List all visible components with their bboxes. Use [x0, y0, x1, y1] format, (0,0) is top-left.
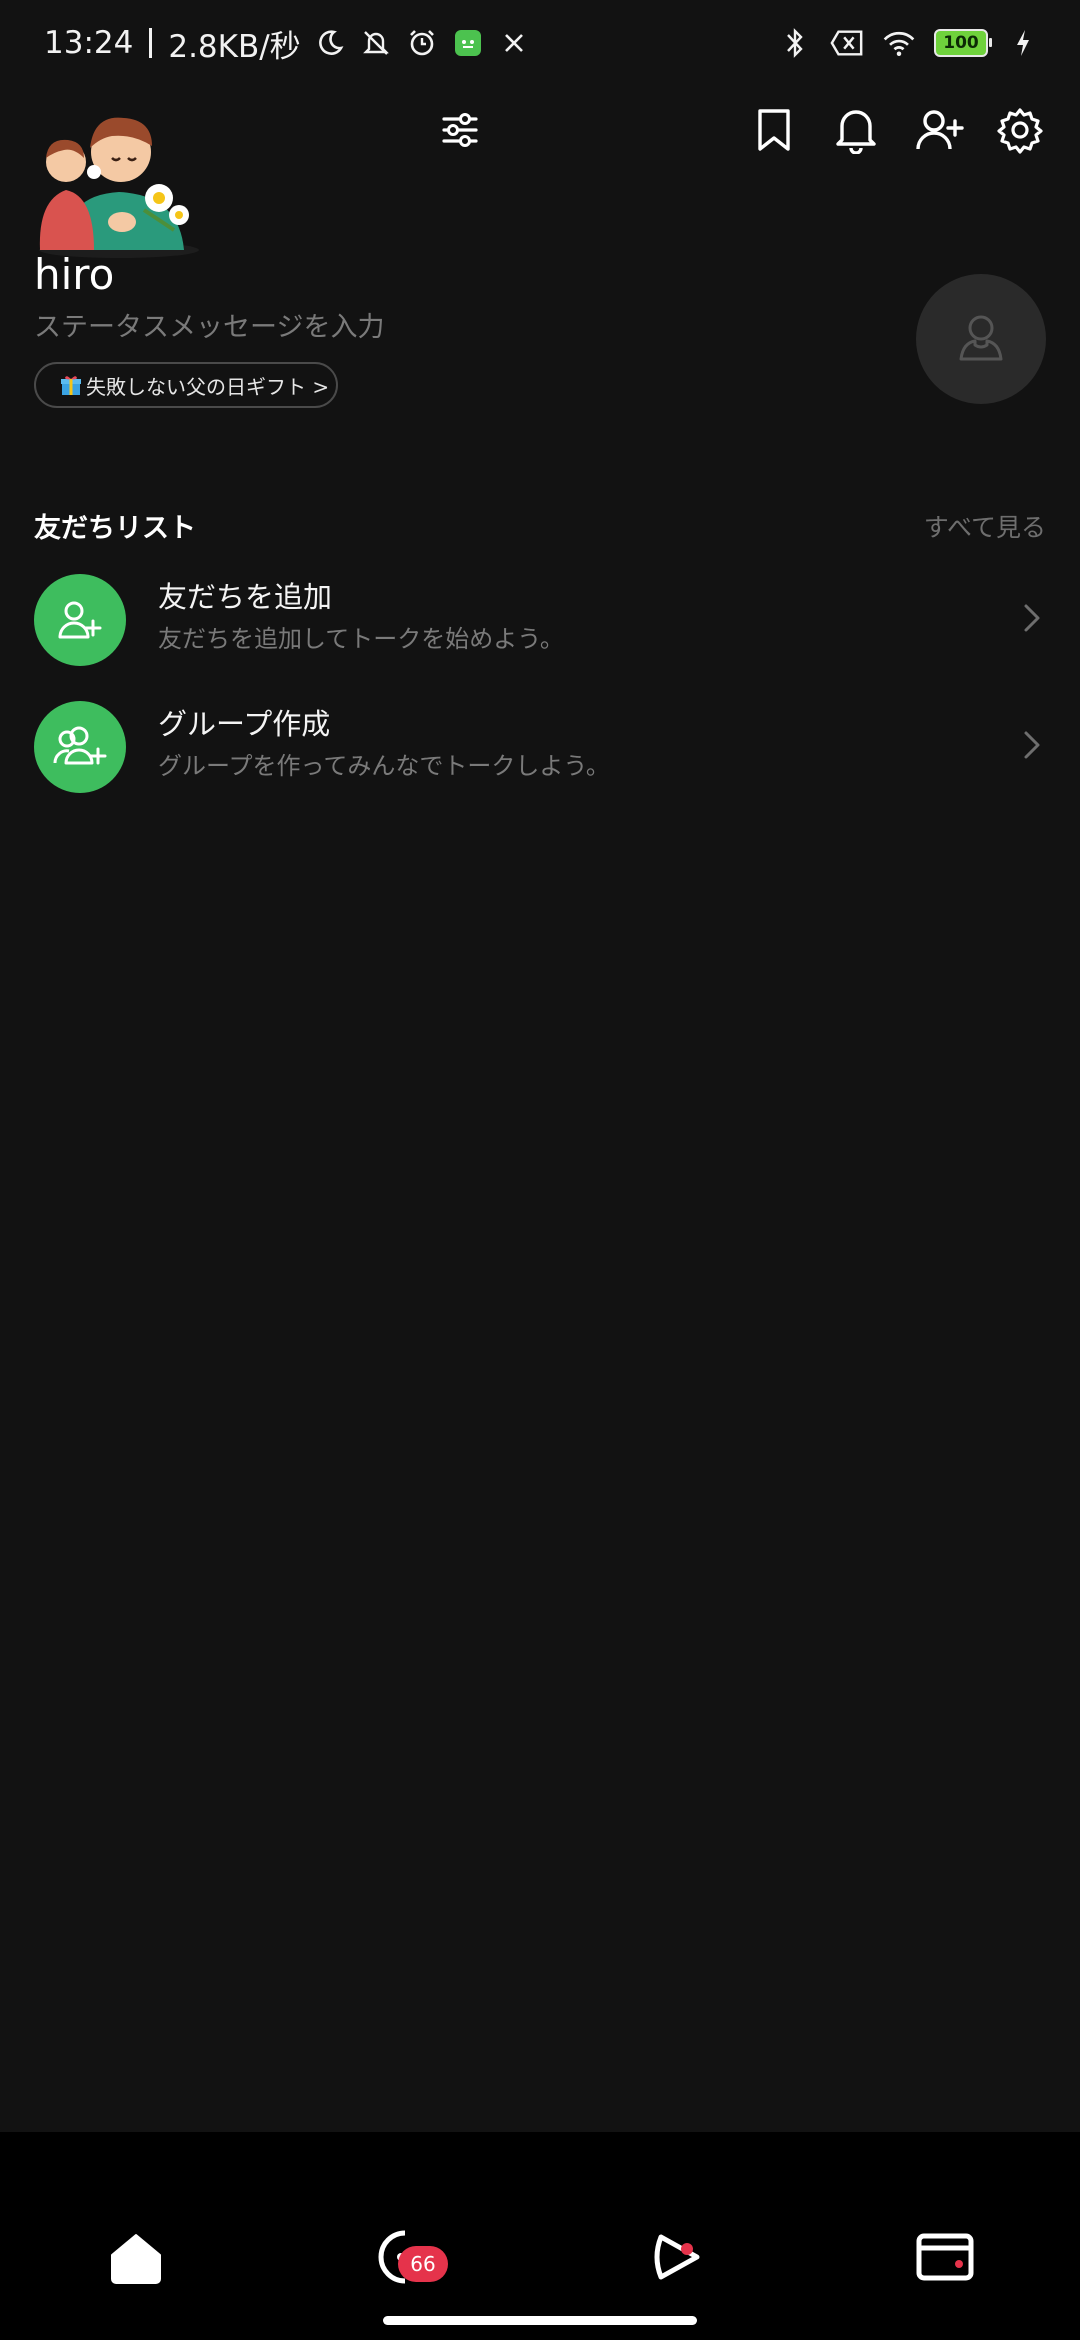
status-left: 13:24 2.8KB/秒	[44, 21, 531, 66]
list-item-add-friend[interactable]: 友だちを追加 友だちを追加してトークを始めよう。	[0, 564, 1080, 674]
profile-name[interactable]: hiro	[34, 250, 114, 299]
status-bar: 13:24 2.8KB/秒 100	[0, 0, 1080, 86]
status-separator	[149, 28, 153, 58]
promo-text: 失敗しない父の日ギフト >	[86, 374, 330, 399]
list-item-title: グループ作成	[158, 707, 331, 741]
wallet-icon[interactable]	[910, 2222, 980, 2292]
add-group-icon	[34, 701, 126, 793]
gear-icon[interactable]	[990, 100, 1050, 160]
chevron-right-icon	[1020, 600, 1044, 636]
bluetooth-icon	[778, 26, 812, 60]
chevron-right-icon	[1020, 727, 1044, 763]
bell-icon[interactable]	[826, 100, 886, 160]
sliders-icon[interactable]	[430, 100, 490, 160]
person-icon	[953, 309, 1009, 369]
wifi-icon	[882, 26, 916, 60]
promo-chip[interactable]: 失敗しない父の日ギフト >	[34, 362, 338, 408]
home-indicator[interactable]	[383, 2316, 697, 2325]
profile-avatar[interactable]	[24, 100, 214, 260]
bottom-nav	[0, 2132, 1080, 2340]
alarm-icon	[405, 26, 439, 60]
status-time: 13:24	[44, 25, 134, 61]
gift-icon	[60, 374, 82, 396]
chat-unread-badge: 66	[398, 2246, 448, 2282]
battery-icon: 100	[934, 29, 992, 57]
x-icon	[497, 26, 531, 60]
app-icon	[451, 26, 485, 60]
moon-icon	[313, 26, 347, 60]
add-friend-icon[interactable]	[910, 100, 970, 160]
list-item-create-group[interactable]: グループ作成 グループを作ってみんなでトークしよう。	[0, 691, 1080, 801]
add-friend-icon	[34, 574, 126, 666]
voom-icon[interactable]	[642, 2222, 712, 2292]
status-message-input[interactable]: ステータスメッセージを入力	[34, 305, 384, 344]
home-screen: 13:24 2.8KB/秒 100 hiro ステータスメッセージを入力 失敗し…	[0, 0, 1080, 2340]
no-sim-icon	[830, 26, 864, 60]
list-item-subtitle: グループを作ってみんなでトークしよう。	[158, 752, 610, 780]
see-all-link[interactable]: すべて見る	[924, 508, 1046, 544]
profile-cover-button[interactable]	[916, 274, 1046, 404]
list-item-title: 友だちを追加	[158, 580, 333, 614]
bell-off-icon	[359, 26, 393, 60]
bookmark-icon[interactable]	[744, 100, 804, 160]
home-icon[interactable]	[101, 2222, 171, 2292]
network-speed: 2.8KB/秒	[168, 28, 301, 65]
friends-section-title: 友だちリスト	[34, 513, 196, 544]
list-item-subtitle: 友だちを追加してトークを始めよう。	[158, 625, 564, 653]
charging-icon	[1006, 26, 1040, 60]
status-right: 100	[778, 26, 1040, 60]
